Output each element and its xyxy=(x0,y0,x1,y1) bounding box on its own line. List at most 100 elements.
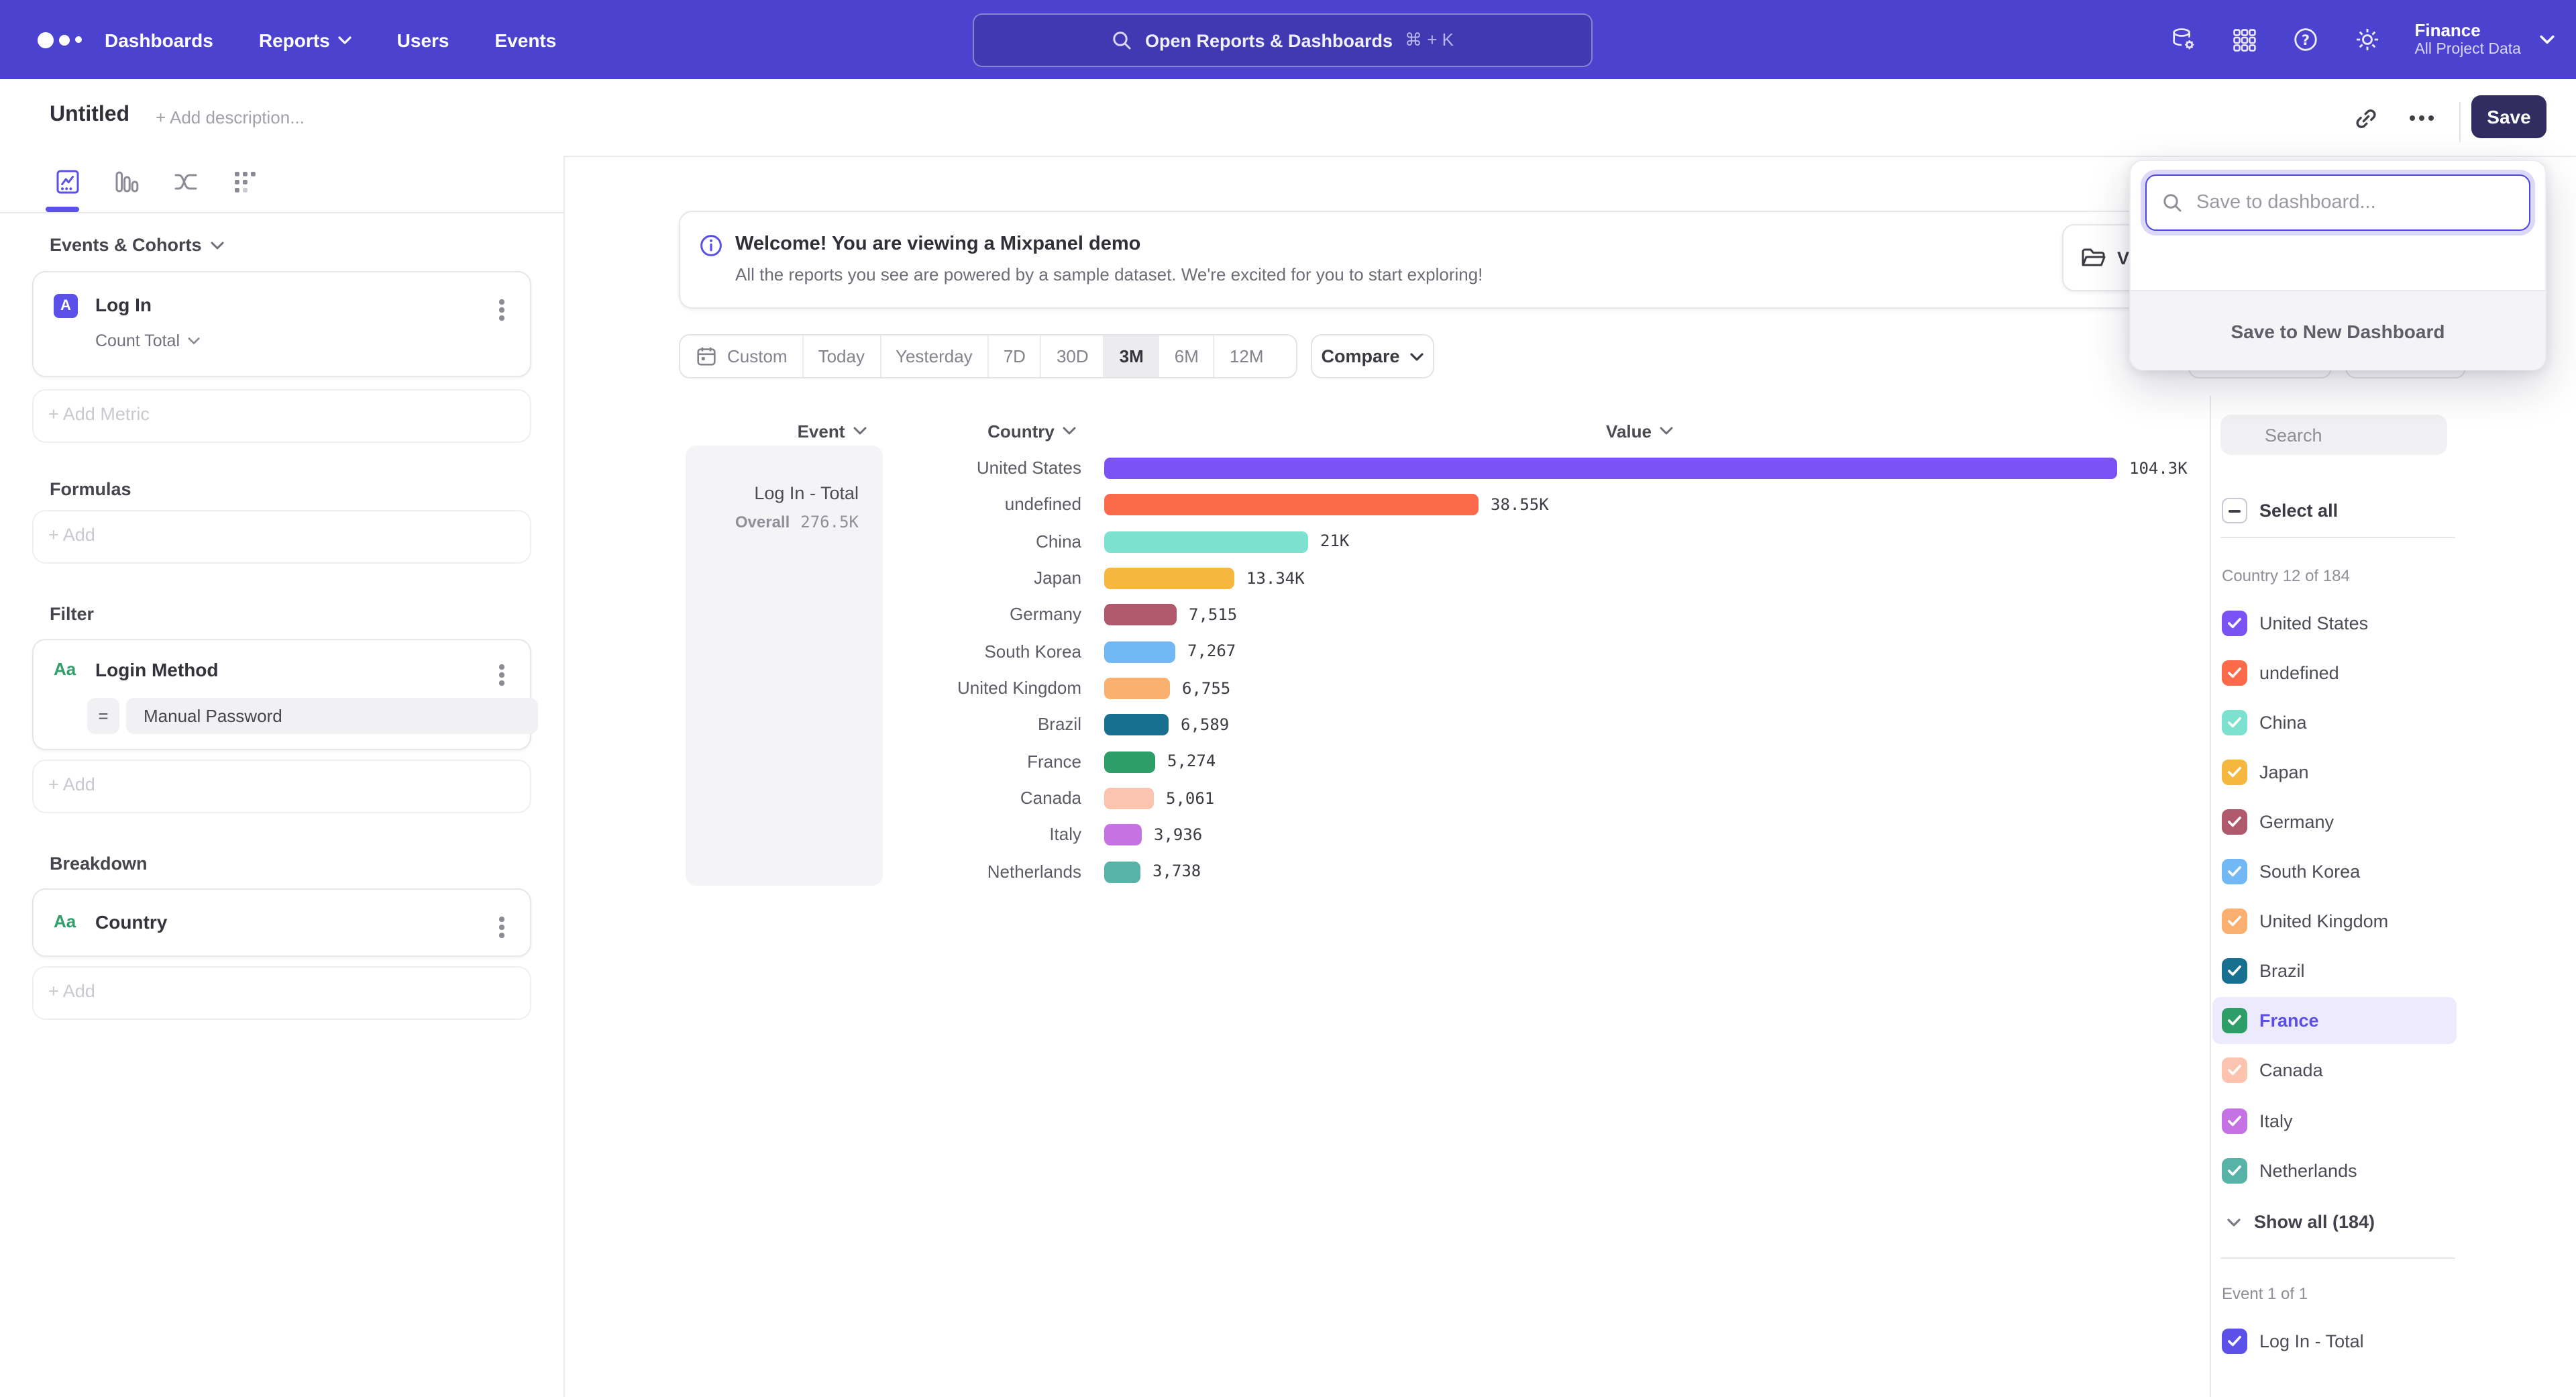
legend-row-south-korea[interactable]: South Korea xyxy=(2212,848,2457,895)
global-search-button[interactable]: Open Reports & Dashboards ⌘ + K xyxy=(973,13,1593,67)
legend-row-united-kingdom[interactable]: United Kingdom xyxy=(2212,898,2457,945)
legend-checkbox[interactable] xyxy=(2222,909,2247,934)
legend-row-japan[interactable]: Japan xyxy=(2212,749,2457,796)
metric-aggregation[interactable]: Count Total xyxy=(95,331,200,350)
legend-checkbox[interactable] xyxy=(2222,709,2247,735)
legend-label[interactable]: Japan xyxy=(2259,760,2309,785)
legend-label[interactable]: France xyxy=(2259,1008,2319,1034)
legend-row-italy[interactable]: Italy xyxy=(2212,1097,2457,1144)
legend-row-united-states[interactable]: United States xyxy=(2212,599,2457,646)
legend-label[interactable]: United Kingdom xyxy=(2259,909,2388,934)
range-today[interactable]: Today xyxy=(804,335,881,377)
country-column-header[interactable]: Country xyxy=(951,419,1112,443)
filter-property-name[interactable]: Login Method xyxy=(95,659,219,680)
legend-checkbox[interactable] xyxy=(2222,1157,2247,1183)
apps-grid-icon[interactable] xyxy=(2231,26,2257,53)
filter-operator[interactable]: = xyxy=(87,698,119,734)
event-column-header[interactable]: Event xyxy=(751,419,912,443)
legend-label[interactable]: Italy xyxy=(2259,1108,2293,1133)
legend-row-china[interactable]: China xyxy=(2212,698,2457,745)
legend-label[interactable]: Germany xyxy=(2259,809,2334,835)
tab-funnels[interactable] xyxy=(110,162,142,200)
select-all-checkbox[interactable] xyxy=(2222,498,2247,523)
legend-label[interactable]: China xyxy=(2259,709,2307,735)
legend-label[interactable]: South Korea xyxy=(2259,859,2360,884)
nav-dashboards[interactable]: Dashboards xyxy=(105,29,213,50)
bar-5[interactable] xyxy=(1104,605,1177,626)
filter-value[interactable]: Manual Password xyxy=(126,698,538,734)
legend-checkbox[interactable] xyxy=(2222,1008,2247,1034)
metric-menu-icon[interactable] xyxy=(494,294,509,325)
legend-row-netherlands[interactable]: Netherlands xyxy=(2212,1147,2457,1194)
save-button[interactable]: Save xyxy=(2471,95,2546,138)
bar-3[interactable] xyxy=(1104,531,1308,552)
range-30d[interactable]: 30D xyxy=(1042,335,1105,377)
legend-checkbox[interactable] xyxy=(2222,1058,2247,1084)
legend-label[interactable]: undefined xyxy=(2259,660,2339,685)
bar-7[interactable] xyxy=(1104,678,1170,699)
compare-button[interactable]: Compare xyxy=(1311,334,1434,378)
bar-9[interactable] xyxy=(1104,751,1155,772)
legend-checkbox[interactable] xyxy=(2222,859,2247,884)
legend-row-canada[interactable]: Canada xyxy=(2212,1047,2457,1094)
legend-checkbox[interactable] xyxy=(2222,760,2247,785)
project-switcher[interactable]: Finance All Project Data xyxy=(2414,20,2555,59)
legend-row-brazil[interactable]: Brazil xyxy=(2212,947,2457,994)
bar-2[interactable] xyxy=(1104,495,1479,516)
range-custom[interactable]: Custom xyxy=(680,335,804,377)
legend-checkbox[interactable] xyxy=(2222,1108,2247,1133)
legend-label[interactable]: Canada xyxy=(2259,1058,2323,1084)
settings-gear-icon[interactable] xyxy=(2353,25,2381,54)
add-metric-button[interactable]: + Add Metric xyxy=(32,389,531,443)
copy-link-icon[interactable] xyxy=(2345,98,2385,138)
more-actions-icon[interactable] xyxy=(2402,98,2442,138)
breakdown-property-name[interactable]: Country xyxy=(95,911,167,933)
mixpanel-logo[interactable] xyxy=(38,0,82,79)
bar-6[interactable] xyxy=(1104,641,1175,662)
add-breakdown-button[interactable]: + Add xyxy=(32,966,531,1020)
legend-label[interactable]: Brazil xyxy=(2259,958,2305,984)
bar-11[interactable] xyxy=(1104,825,1142,846)
filter-card-login-method[interactable]: Aa Login Method = Manual Password xyxy=(32,639,531,750)
legend-checkbox[interactable] xyxy=(2222,809,2247,835)
bar-4[interactable] xyxy=(1104,568,1234,589)
save-dashboard-search-input[interactable] xyxy=(2145,174,2530,231)
add-filter-button[interactable]: + Add xyxy=(32,760,531,813)
legend-row-germany[interactable]: Germany xyxy=(2212,798,2457,845)
add-description[interactable]: + Add description... xyxy=(156,107,305,127)
nav-events[interactable]: Events xyxy=(495,29,557,50)
range-3m[interactable]: 3M xyxy=(1105,335,1160,377)
event-item-checkbox[interactable] xyxy=(2222,1329,2247,1354)
bar-10[interactable] xyxy=(1104,788,1154,809)
nav-users[interactable]: Users xyxy=(397,29,449,50)
legend-row-undefined[interactable]: undefined xyxy=(2212,649,2457,696)
range-yesterday[interactable]: Yesterday xyxy=(881,335,989,377)
nav-reports[interactable]: Reports xyxy=(259,29,352,50)
tab-flows[interactable] xyxy=(169,162,201,200)
legend-label[interactable]: United States xyxy=(2259,610,2368,635)
breakdown-card-country[interactable]: Aa Country xyxy=(32,888,531,957)
value-column-header[interactable]: Value xyxy=(1559,419,1720,443)
legend-checkbox[interactable] xyxy=(2222,958,2247,984)
help-icon[interactable]: ? xyxy=(2291,25,2319,54)
event-item-label[interactable]: Log In - Total xyxy=(2259,1329,2364,1354)
range-7d[interactable]: 7D xyxy=(989,335,1042,377)
metric-card-login[interactable]: A Log In Count Total xyxy=(32,271,531,377)
add-formula-button[interactable]: + Add xyxy=(32,510,531,564)
events-section-header[interactable]: Events & Cohorts xyxy=(50,235,225,255)
range-12m[interactable]: 12M xyxy=(1215,335,1279,377)
bar-1[interactable] xyxy=(1104,458,2117,479)
legend-row-france[interactable]: France xyxy=(2212,998,2457,1045)
save-to-new-dashboard-button[interactable]: Save to New Dashboard xyxy=(2131,290,2545,370)
filter-menu-icon[interactable] xyxy=(494,659,509,690)
data-management-icon[interactable] xyxy=(2169,25,2197,54)
metric-name[interactable]: Log In xyxy=(95,294,152,315)
range-6m[interactable]: 6M xyxy=(1160,335,1215,377)
bar-8[interactable] xyxy=(1104,715,1169,736)
show-all-toggle[interactable]: Show all (184) xyxy=(2227,1212,2375,1232)
tab-insights[interactable] xyxy=(51,162,83,200)
bar-12[interactable] xyxy=(1104,861,1140,882)
legend-checkbox[interactable] xyxy=(2222,610,2247,635)
legend-search-input[interactable] xyxy=(2220,415,2447,455)
breakdown-menu-icon[interactable] xyxy=(494,911,509,943)
